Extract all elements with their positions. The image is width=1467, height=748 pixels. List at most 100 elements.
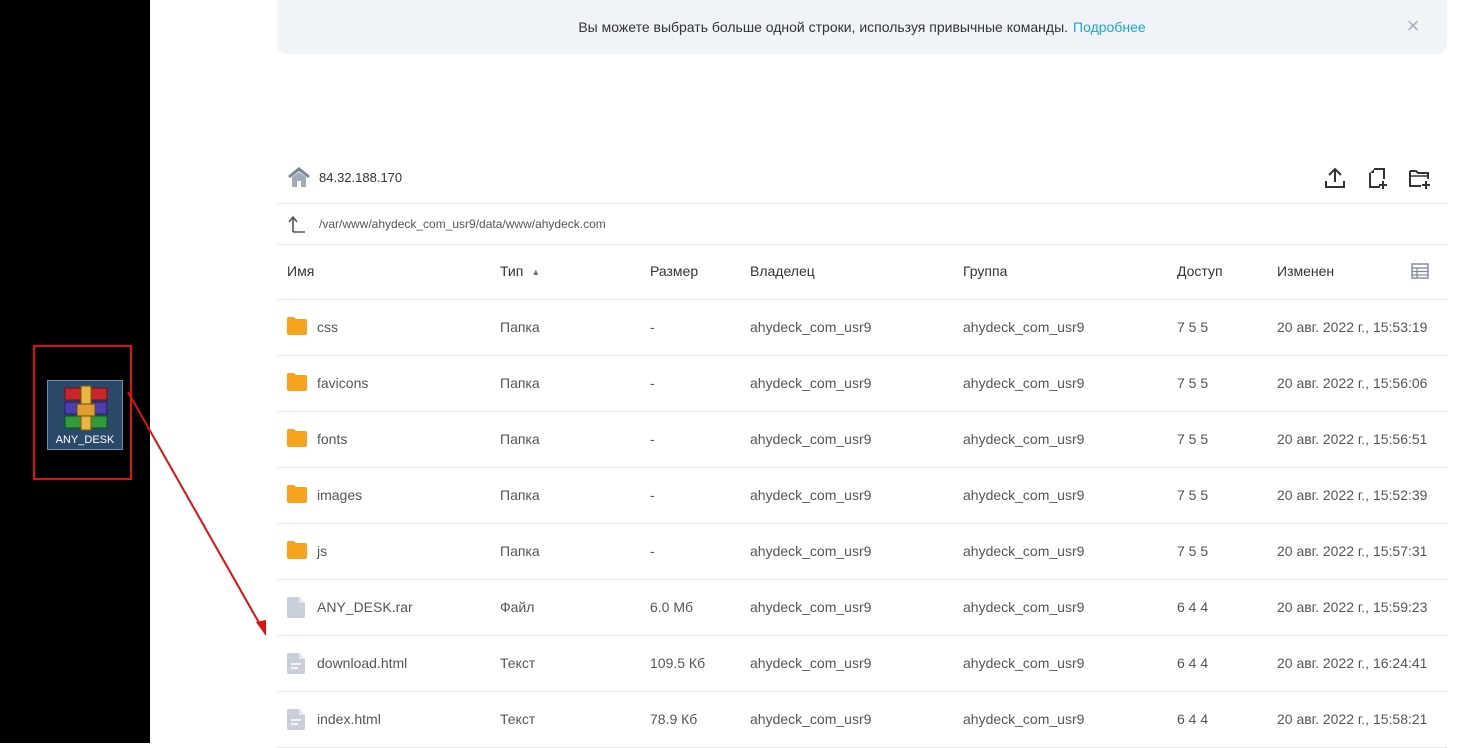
cell-modified: 20 авг. 2022 г., 15:59:23: [1277, 599, 1428, 615]
cell-size: 109.5 Кб: [650, 655, 706, 671]
home-icon[interactable]: [287, 166, 311, 188]
server-bar: 84.32.188.170: [277, 157, 1447, 204]
cell-type: Текст: [500, 711, 536, 727]
column-header-access[interactable]: Доступ: [1177, 244, 1223, 299]
folder-icon: [287, 541, 307, 564]
desktop-background: ANY_DESK: [0, 0, 150, 743]
cell-modified: 20 авг. 2022 г., 16:24:41: [1277, 655, 1428, 671]
cell-size: -: [650, 375, 655, 391]
column-header-group[interactable]: Группа: [963, 244, 1007, 299]
server-address: 84.32.188.170: [319, 170, 403, 185]
cell-size: -: [650, 487, 655, 503]
table-row[interactable]: ANY_DESK.rar Файл 6.0 Мб ahydeck_com_usr9 ah…: [277, 580, 1447, 636]
cell-type: Файл: [500, 599, 535, 615]
upload-icon[interactable]: [1323, 166, 1347, 190]
text-file-icon: [287, 709, 305, 735]
cell-owner: ahydeck_com_usr9: [750, 543, 872, 559]
cell-modified: 20 авг. 2022 г., 15:53:19: [1277, 319, 1428, 335]
column-header-size[interactable]: Размер: [650, 244, 698, 299]
cell-access: 6 4 4: [1177, 599, 1209, 615]
cell-type: Папка: [500, 375, 540, 391]
column-settings-icon[interactable]: [1411, 263, 1429, 279]
column-header-type[interactable]: Тип ▲: [500, 244, 540, 299]
up-directory-icon[interactable]: [287, 214, 307, 234]
table-row[interactable]: images Папка - ahydeck_com_usr9 ahydeck_com_…: [277, 468, 1447, 524]
winrar-archive-icon: [64, 385, 108, 431]
table-row[interactable]: favicons Папка - ahydeck_com_usr9 ahydeck_co…: [277, 356, 1447, 412]
cell-access: 7 5 5: [1177, 375, 1209, 391]
cell-type: Папка: [500, 487, 540, 503]
current-path: /var/www/ahydeck_com_usr9/data/www/ahyde…: [319, 217, 606, 231]
cell-owner: ahydeck_com_usr9: [750, 319, 872, 335]
table-row[interactable]: index.html Текст 78.9 Кб ahydeck_com_usr9 ah…: [277, 692, 1447, 748]
cell-owner: ahydeck_com_usr9: [750, 655, 872, 671]
path-bar: /var/www/ahydeck_com_usr9/data/www/ahyde…: [277, 204, 1447, 245]
cell-group: ahydeck_com_usr9: [963, 543, 1085, 559]
cell-group: ahydeck_com_usr9: [963, 319, 1085, 335]
cell-name: download.html: [317, 655, 408, 671]
cell-owner: ahydeck_com_usr9: [750, 487, 872, 503]
column-header-modified[interactable]: Изменен: [1277, 244, 1334, 299]
cell-type: Папка: [500, 431, 540, 447]
new-folder-icon[interactable]: [1407, 166, 1431, 190]
cell-group: ahydeck_com_usr9: [963, 655, 1085, 671]
cell-modified: 20 авг. 2022 г., 15:56:06: [1277, 375, 1428, 391]
cell-modified: 20 авг. 2022 г., 15:52:39: [1277, 487, 1428, 503]
table-header: Имя Тип ▲ Размер Владелец Группа Доступ И…: [277, 244, 1447, 300]
cell-name: fonts: [317, 431, 348, 447]
file-icon: [287, 597, 305, 623]
cell-size: 78.9 Кб: [650, 711, 698, 727]
folder-icon: [287, 429, 307, 452]
cell-owner: ahydeck_com_usr9: [750, 375, 872, 391]
cell-group: ahydeck_com_usr9: [963, 599, 1085, 615]
cell-owner: ahydeck_com_usr9: [750, 711, 872, 727]
cell-name: favicons: [317, 375, 369, 391]
column-header-name[interactable]: Имя: [287, 244, 314, 299]
cell-owner: ahydeck_com_usr9: [750, 431, 872, 447]
cell-access: 6 4 4: [1177, 655, 1209, 671]
cell-name: js: [317, 543, 328, 559]
close-icon[interactable]: ×: [1403, 15, 1423, 37]
cell-type: Папка: [500, 543, 540, 559]
table-row[interactable]: fonts Папка - ahydeck_com_usr9 ahydeck_com_u…: [277, 412, 1447, 468]
cell-type: Папка: [500, 319, 540, 335]
cell-size: -: [650, 543, 655, 559]
cell-access: 7 5 5: [1177, 319, 1209, 335]
table-body: css Папка - ahydeck_com_usr9 ahydeck_com_usr…: [277, 300, 1447, 748]
cell-group: ahydeck_com_usr9: [963, 375, 1085, 391]
table-row[interactable]: js Папка - ahydeck_com_usr9 ahydeck_com_usr9…: [277, 524, 1447, 580]
cell-name: index.html: [317, 711, 381, 727]
cell-modified: 20 авг. 2022 г., 15:57:31: [1277, 543, 1428, 559]
cell-access: 6 4 4: [1177, 711, 1209, 727]
cell-modified: 20 авг. 2022 г., 15:58:21: [1277, 711, 1428, 727]
text-file-icon: [287, 653, 305, 679]
cell-access: 7 5 5: [1177, 543, 1209, 559]
column-header-owner[interactable]: Владелец: [750, 244, 815, 299]
table-row[interactable]: css Папка - ahydeck_com_usr9 ahydeck_com_usr…: [277, 300, 1447, 356]
cell-size: -: [650, 319, 655, 335]
desktop-icon-any-desk[interactable]: ANY_DESK: [47, 380, 123, 450]
sort-ascending-icon: ▲: [531, 266, 541, 277]
cell-owner: ahydeck_com_usr9: [750, 599, 872, 615]
learn-more-link[interactable]: Подробнее: [1073, 19, 1146, 35]
cell-group: ahydeck_com_usr9: [963, 487, 1085, 503]
file-table: Имя Тип ▲ Размер Владелец Группа Доступ И…: [277, 244, 1447, 748]
cell-size: 6.0 Мб: [650, 599, 694, 615]
cell-size: -: [650, 431, 655, 447]
cell-name: images: [317, 487, 363, 503]
info-banner-text: Вы можете выбрать больше одной строки, и…: [578, 19, 1069, 35]
new-file-icon[interactable]: [1365, 166, 1389, 190]
cell-name: css: [317, 319, 338, 335]
cell-type: Текст: [500, 655, 536, 671]
desktop-icon-label: ANY_DESK: [55, 434, 115, 446]
cell-modified: 20 авг. 2022 г., 15:56:51: [1277, 431, 1428, 447]
cell-name: ANY_DESK.rar: [317, 599, 413, 615]
table-row[interactable]: download.html Текст 109.5 Кб ahydeck_com_us…: [277, 636, 1447, 692]
info-banner: Вы можете выбрать больше одной строки, и…: [277, 0, 1447, 54]
folder-icon: [287, 373, 307, 396]
cell-access: 7 5 5: [1177, 431, 1209, 447]
cell-group: ahydeck_com_usr9: [963, 711, 1085, 727]
folder-icon: [287, 317, 307, 340]
cell-access: 7 5 5: [1177, 487, 1209, 503]
cell-group: ahydeck_com_usr9: [963, 431, 1085, 447]
